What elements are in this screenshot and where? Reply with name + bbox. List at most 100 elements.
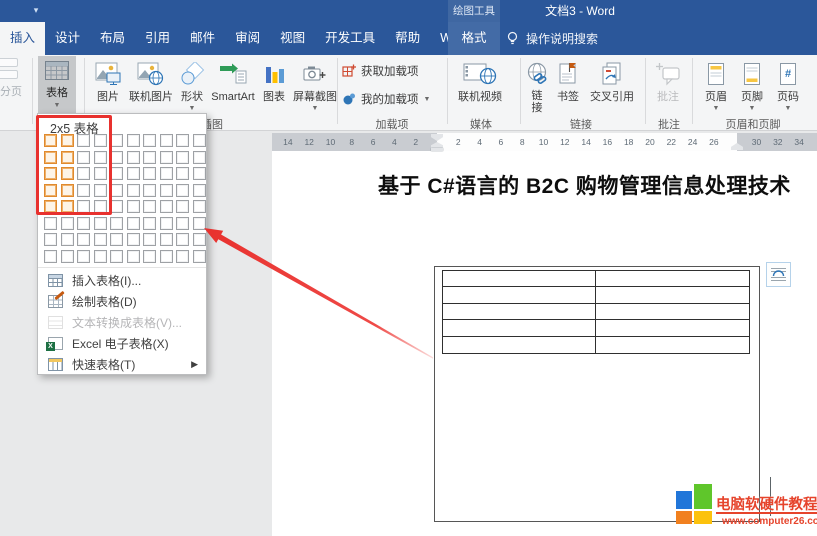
table-size-cell[interactable] [176,184,189,197]
table-size-cell[interactable] [127,250,140,263]
table-size-cell[interactable] [61,233,74,246]
table-size-cell[interactable] [193,200,206,213]
table-size-cell[interactable] [110,217,123,230]
table-size-cell[interactable] [160,134,173,147]
screenshot-button[interactable]: 屏幕截图 ▼ [292,57,338,114]
table-size-cell[interactable] [160,184,173,197]
table-size-cell[interactable] [193,233,206,246]
get-addins-button[interactable]: 获取加载项 [342,63,419,79]
tab-审阅[interactable]: 审阅 [225,22,270,55]
table-size-cell[interactable] [127,134,140,147]
table-size-cell[interactable] [143,250,156,263]
tab-引用[interactable]: 引用 [135,22,180,55]
table-size-cell[interactable] [44,250,57,263]
table-size-cell[interactable] [176,250,189,263]
table-size-cell[interactable] [193,217,206,230]
tab-布局[interactable]: 布局 [90,22,135,55]
table-size-cell[interactable] [176,217,189,230]
document-heading[interactable]: 基于 C#语言的 B2C 购物管理信息处理技术 [378,170,791,200]
table-size-cell[interactable] [143,151,156,164]
tab-插入[interactable]: 插入 [0,22,45,55]
cover-page-button-partial[interactable] [0,58,18,67]
tab-邮件[interactable]: 邮件 [180,22,225,55]
bookmark-button[interactable]: 书签 [552,57,584,114]
table-size-cell[interactable] [176,167,189,180]
table-size-cell[interactable] [61,217,74,230]
table-size-cell[interactable] [193,134,206,147]
table-cell[interactable] [596,304,749,320]
table-size-cell[interactable] [160,200,173,213]
table-cell[interactable] [596,271,749,287]
header-button[interactable]: 页眉 ▼ [700,57,732,114]
table-size-cell[interactable] [44,217,57,230]
table-size-cell[interactable] [110,233,123,246]
table-size-cell[interactable] [77,217,90,230]
menu-item-draw-table[interactable]: 绘制表格(D) [38,291,206,312]
table-size-cell[interactable] [77,250,90,263]
tab-开发工具[interactable]: 开发工具 [315,22,385,55]
table-size-cell[interactable] [143,134,156,147]
table-size-cell[interactable] [143,184,156,197]
table-size-cell[interactable] [127,167,140,180]
table-cell[interactable] [443,304,596,320]
table-cell[interactable] [596,287,749,303]
table-size-cell[interactable] [61,250,74,263]
table-size-cell[interactable] [160,250,173,263]
table-size-cell[interactable] [193,151,206,164]
table-size-cell[interactable] [176,151,189,164]
table-size-cell[interactable] [143,217,156,230]
table-size-cell[interactable] [127,184,140,197]
table-cell[interactable] [443,337,596,353]
table-size-cell[interactable] [143,200,156,213]
table-size-cell[interactable] [110,250,123,263]
table-size-cell[interactable] [193,250,206,263]
table-size-cell[interactable] [127,217,140,230]
table-size-cell[interactable] [127,151,140,164]
table-size-cell[interactable] [176,200,189,213]
table-size-cell[interactable] [160,151,173,164]
my-addins-button[interactable]: 我的加载项 ▼ [342,91,430,107]
table-size-cell[interactable] [160,233,173,246]
shapes-button[interactable]: 形状 ▼ [176,57,208,114]
table-size-cell[interactable] [127,233,140,246]
menu-item-excel[interactable]: Excel 电子表格(X) [38,333,206,354]
table-cell[interactable] [596,337,749,353]
table-size-cell[interactable] [176,233,189,246]
table-size-cell[interactable] [193,184,206,197]
footer-button[interactable]: 页脚 ▼ [736,57,768,114]
tab-帮助[interactable]: 帮助 [385,22,430,55]
chart-button[interactable]: 图表 [258,57,290,114]
table-size-cell[interactable] [94,250,107,263]
table-size-cell[interactable] [143,167,156,180]
tell-me-search[interactable]: 操作说明搜索 [506,22,598,55]
link-button[interactable]: 链接 [524,57,550,114]
table-size-cell[interactable] [176,134,189,147]
smartart-button[interactable]: SmartArt [210,57,256,114]
horizontal-ruler[interactable]: 14121086422468101214161820222426303234 [272,133,817,151]
table-size-cell[interactable] [143,233,156,246]
table-size-cell[interactable] [44,233,57,246]
table-size-cell[interactable] [160,217,173,230]
layout-options-button[interactable] [766,262,791,287]
table-cell[interactable] [596,320,749,336]
menu-item-insert-table[interactable]: 插入表格(I)... [38,270,206,291]
page-number-button[interactable]: # 页码 ▼ [772,57,804,114]
table-size-cell[interactable] [94,217,107,230]
pictures-button[interactable]: 图片 [90,57,126,114]
table-cell[interactable] [443,271,596,287]
online-pictures-button[interactable]: 联机图片 [128,57,174,114]
tab-格式[interactable]: 格式 [448,22,500,55]
table-size-cell[interactable] [160,167,173,180]
table-size-cell[interactable] [77,233,90,246]
menu-item-quick-tables[interactable]: 快速表格(T)▶ [38,354,206,375]
tab-视图[interactable]: 视图 [270,22,315,55]
table-cell[interactable] [443,320,596,336]
left-indent-marker[interactable] [431,148,443,151]
ribbon-options-icon[interactable]: ▾ [28,3,44,17]
table-size-cell[interactable] [193,167,206,180]
tab-设计[interactable]: 设计 [45,22,90,55]
insert-table-button[interactable]: 表格 ▼ [38,56,76,114]
table-size-cell[interactable] [94,233,107,246]
table-cell[interactable] [443,287,596,303]
table-size-cell[interactable] [127,200,140,213]
